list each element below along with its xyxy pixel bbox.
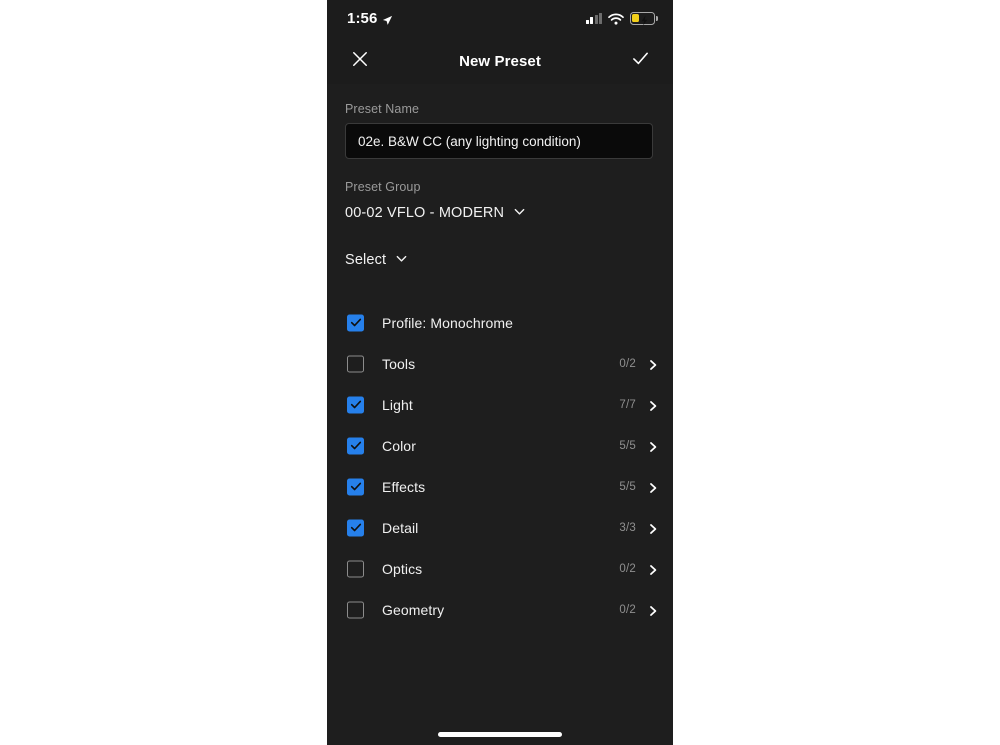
settings-row-count: 5/5: [619, 439, 636, 452]
select-label: Select: [345, 252, 387, 268]
settings-row[interactable]: Profile: Monochrome: [327, 302, 673, 343]
checkbox-unchecked[interactable]: [347, 601, 364, 618]
settings-row-label: Detail: [382, 519, 419, 536]
home-indicator: [438, 732, 562, 737]
screenshot-root: 1:56 New Preset Preset Name 02e. B&W CC …: [0, 0, 1000, 745]
status-bar-time-group: 1:56: [347, 10, 393, 27]
preset-group-value: 00-02 VFLO - MODERN: [345, 205, 505, 221]
settings-row-count: 0/2: [619, 562, 636, 575]
select-dropdown[interactable]: Select: [345, 249, 408, 271]
preset-group-label: Preset Group: [345, 180, 421, 194]
settings-row[interactable]: Tools 0/2: [327, 343, 673, 384]
settings-row[interactable]: Optics 0/2: [327, 548, 673, 589]
chevron-right-icon[interactable]: [647, 563, 659, 575]
chevron-right-icon[interactable]: [647, 522, 659, 534]
settings-row-label: Geometry: [382, 601, 445, 618]
preset-form: Preset Name 02e. B&W CC (any lighting co…: [327, 84, 673, 745]
settings-row-count: 3/3: [619, 521, 636, 534]
checkbox-checked[interactable]: [347, 437, 364, 454]
preset-name-value: 02e. B&W CC (any lighting condition): [358, 133, 581, 149]
battery-charging-icon: [630, 11, 658, 25]
chevron-down-icon: [395, 252, 408, 269]
status-bar-time: 1:56: [347, 10, 378, 27]
checkbox-unchecked[interactable]: [347, 355, 364, 372]
checkbox-unchecked[interactable]: [347, 560, 364, 577]
location-arrow-icon: [382, 13, 393, 25]
preset-name-input[interactable]: 02e. B&W CC (any lighting condition): [345, 123, 653, 159]
nav-bar: New Preset: [327, 38, 673, 85]
settings-row-label: Effects: [382, 478, 426, 495]
checkbox-checked[interactable]: [347, 396, 364, 413]
chevron-right-icon[interactable]: [647, 440, 659, 452]
chevron-right-icon[interactable]: [647, 399, 659, 411]
settings-row-count: 5/5: [619, 480, 636, 493]
settings-row-count: 7/7: [619, 398, 636, 411]
settings-row-label: Optics: [382, 560, 423, 577]
settings-row[interactable]: Detail 3/3: [327, 507, 673, 548]
settings-row-label: Profile: Monochrome: [382, 314, 514, 331]
cellular-signal-icon: [585, 12, 602, 24]
settings-row-count: 0/2: [619, 603, 636, 616]
settings-row[interactable]: Effects 5/5: [327, 466, 673, 507]
settings-row[interactable]: Light 7/7: [327, 384, 673, 425]
checkbox-checked[interactable]: [347, 519, 364, 536]
checkmark-icon: [632, 50, 649, 72]
status-bar: 1:56: [327, 0, 673, 38]
checkbox-checked[interactable]: [347, 314, 364, 331]
done-button[interactable]: [619, 38, 661, 84]
preset-name-label: Preset Name: [345, 102, 420, 116]
chevron-right-icon[interactable]: [647, 604, 659, 616]
settings-row-count: 0/2: [619, 357, 636, 370]
settings-row-label: Tools: [382, 355, 416, 372]
preset-group-dropdown[interactable]: 00-02 VFLO - MODERN: [345, 202, 526, 224]
chevron-down-icon: [513, 205, 526, 222]
wifi-icon: [608, 12, 624, 25]
status-bar-indicators: [585, 11, 658, 25]
chevron-right-icon[interactable]: [647, 481, 659, 493]
chevron-right-icon[interactable]: [647, 358, 659, 370]
settings-list: Profile: Monochrome Tools 0/2 Light 7/7 Color…: [327, 302, 673, 630]
settings-row-label: Color: [382, 437, 416, 454]
settings-row[interactable]: Color 5/5: [327, 425, 673, 466]
checkbox-checked[interactable]: [347, 478, 364, 495]
settings-row[interactable]: Geometry 0/2: [327, 589, 673, 630]
phone-screen: 1:56 New Preset Preset Name 02e. B&W CC …: [327, 0, 673, 745]
settings-row-label: Light: [382, 396, 413, 413]
